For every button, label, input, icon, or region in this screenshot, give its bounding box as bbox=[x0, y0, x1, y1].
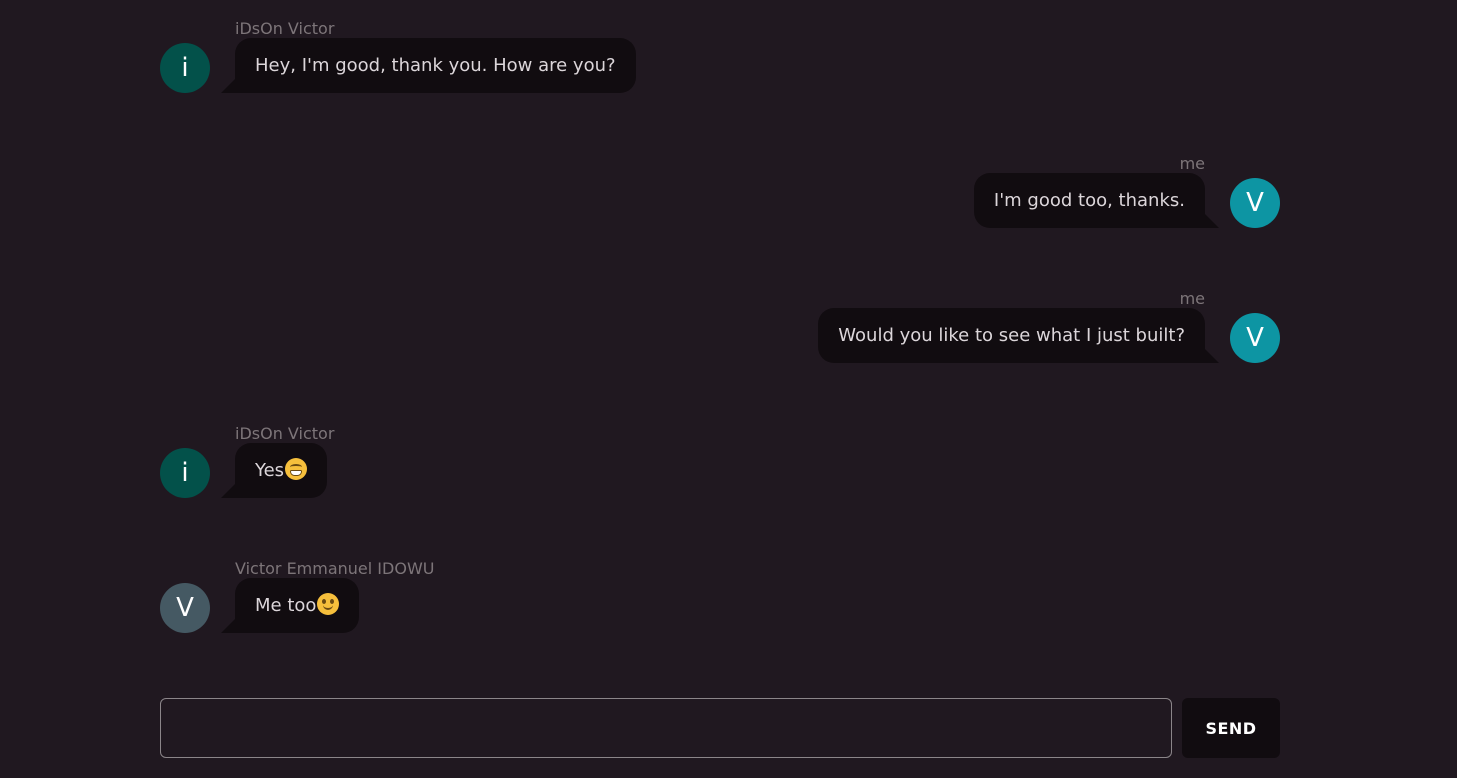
message-sender: me bbox=[1179, 154, 1205, 173]
chat-window: iDsOn Victor i Hey, I'm good, thank you.… bbox=[0, 0, 1457, 778]
message-composer: SEND bbox=[160, 698, 1280, 758]
avatar: V bbox=[1230, 178, 1280, 228]
message-text: Yes bbox=[255, 460, 285, 481]
message-sender: Victor Emmanuel IDOWU bbox=[235, 559, 435, 578]
slightly-smiling-face-icon bbox=[317, 593, 340, 615]
message-bubble: Hey, I'm good, thank you. How are you? bbox=[221, 38, 636, 93]
message-sender: iDsOn Victor bbox=[235, 424, 335, 443]
message-text: I'm good too, thanks. bbox=[993, 190, 1185, 211]
message-item: me V I'm good too, thanks. bbox=[160, 154, 1280, 238]
message-item: iDsOn Victor i Yes bbox=[160, 424, 1280, 508]
message-bubble: Would you like to see what I just built? bbox=[818, 308, 1219, 363]
grinning-face-icon bbox=[285, 458, 308, 480]
avatar: V bbox=[1230, 313, 1280, 363]
message-item: me V Would you like to see what I just b… bbox=[160, 289, 1280, 373]
message-text: Would you like to see what I just built? bbox=[838, 325, 1185, 346]
message-item: Victor Emmanuel IDOWU V Me too bbox=[160, 559, 1280, 643]
message-bubble: Me too bbox=[220, 578, 360, 633]
message-item: iDsOn Victor i Hey, I'm good, thank you.… bbox=[160, 19, 1280, 103]
message-text: Hey, I'm good, thank you. How are you? bbox=[255, 55, 616, 76]
avatar: V bbox=[160, 583, 210, 633]
message-text: Me too bbox=[255, 595, 317, 616]
message-sender: iDsOn Victor bbox=[235, 19, 335, 38]
send-button[interactable]: SEND bbox=[1182, 698, 1280, 758]
avatar: i bbox=[160, 43, 210, 93]
message-bubble: Yes bbox=[220, 443, 328, 498]
avatar: i bbox=[160, 448, 210, 498]
message-bubble: I'm good too, thanks. bbox=[973, 173, 1220, 228]
message-sender: me bbox=[1179, 289, 1205, 308]
message-input[interactable] bbox=[160, 698, 1172, 758]
